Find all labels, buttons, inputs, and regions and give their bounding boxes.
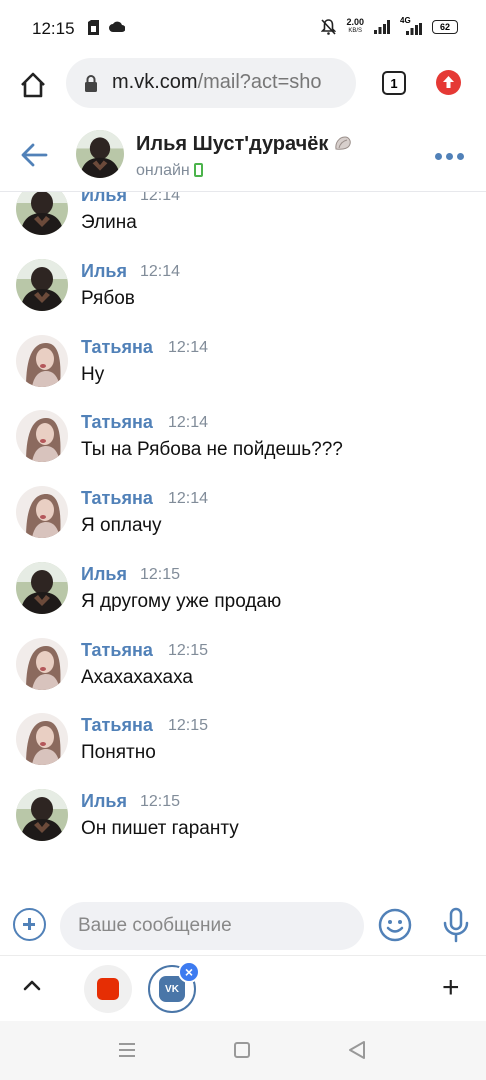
close-tab-icon[interactable]: × [178, 961, 200, 983]
system-back-icon[interactable] [348, 1040, 366, 1060]
avatar[interactable] [16, 259, 68, 311]
battery-indicator: 62 [432, 20, 458, 34]
signal-icon [374, 20, 390, 34]
message-author[interactable]: Татьяна [81, 412, 153, 433]
message-author[interactable]: Илья [81, 192, 127, 206]
url-text: m.vk.com/mail?act=sho [112, 71, 322, 93]
message-text: Рябов [81, 288, 135, 309]
recent-apps-icon[interactable] [118, 1042, 136, 1058]
message-time: 12:14 [168, 490, 209, 507]
message-text: Я оплачу [81, 515, 162, 536]
message-item[interactable]: Илья 12:14 Элина [0, 192, 486, 259]
message-item[interactable]: Татьяна 12:14 Я оплачу [0, 486, 486, 562]
chat-title: Илья Шуст'дурачёк [136, 133, 352, 156]
cloud-icon [109, 21, 125, 32]
message-time: 12:14 [140, 192, 181, 204]
message-time: 12:15 [140, 566, 181, 583]
message-composer [0, 897, 486, 955]
browser-bottom-bar: VK × + [0, 955, 486, 1021]
network-speed: 2.00 KB/S [346, 17, 364, 35]
avatar-photo [76, 130, 124, 178]
home-icon[interactable] [18, 70, 48, 100]
message-item[interactable]: Илья 12:14 Рябов [0, 259, 486, 335]
avatar[interactable] [16, 486, 68, 538]
avatar[interactable] [16, 789, 68, 841]
aliexpress-logo-icon [97, 978, 119, 1000]
avatar[interactable] [16, 638, 68, 690]
more-menu-button[interactable] [435, 153, 464, 160]
online-status: онлайн [136, 162, 203, 180]
browser-toolbar: m.vk.com/mail?act=sho 1 [0, 58, 486, 120]
message-item[interactable]: Татьяна 12:14 Ну [0, 335, 486, 411]
tab-switcher-button[interactable]: 1 [382, 71, 406, 95]
message-list: Илья 12:14 Элина Илья 12:14 Рябов Татьяна 12:14… [0, 192, 486, 897]
status-time: 12:15 [32, 19, 75, 38]
system-home-icon[interactable] [234, 1042, 250, 1058]
message-time: 12:14 [168, 339, 209, 356]
sim-card-icon [88, 20, 99, 35]
attach-button[interactable] [13, 908, 46, 941]
message-time: 12:15 [168, 642, 209, 659]
message-item[interactable]: Татьяна 12:15 Ахахахахаха [0, 638, 486, 714]
chevron-up-icon[interactable] [22, 978, 42, 992]
status-bar: 12:15 2.00 KB/S 4G 62 [0, 0, 486, 58]
microphone-icon[interactable] [442, 907, 470, 943]
message-author[interactable]: Илья [81, 564, 127, 585]
address-bar[interactable]: m.vk.com/mail?act=sho [66, 58, 356, 108]
message-item[interactable]: Илья 12:15 Я другому уже продаю [0, 562, 486, 638]
message-time: 12:14 [140, 263, 181, 280]
avatar[interactable] [16, 335, 68, 387]
system-nav-bar [0, 1021, 486, 1080]
emoji-icon[interactable] [378, 908, 412, 942]
message-author[interactable]: Татьяна [81, 640, 153, 661]
avatar[interactable] [16, 192, 68, 235]
message-author[interactable]: Илья [81, 791, 127, 812]
message-author[interactable]: Татьяна [81, 337, 153, 358]
message-author[interactable]: Татьяна [81, 715, 153, 736]
message-input[interactable] [60, 902, 364, 950]
message-text: Ты на Рябова не пойдешь??? [81, 439, 343, 460]
tab-thumbnail-aliexpress[interactable] [84, 965, 132, 1013]
message-author[interactable]: Илья [81, 261, 127, 282]
message-text: Элина [81, 212, 137, 233]
chat-header: Илья Шуст'дурачёк онлайн [0, 120, 486, 192]
avatar[interactable] [16, 713, 68, 765]
message-text: Я другому уже продаю [81, 591, 282, 612]
message-item[interactable]: Татьяна 12:14 Ты на Рябова не пойдешь??? [0, 410, 486, 486]
new-tab-button[interactable]: + [442, 973, 460, 1003]
message-time: 12:14 [168, 414, 209, 431]
signal-4g-icon [406, 23, 422, 35]
avatar[interactable] [76, 130, 124, 178]
update-button[interactable] [436, 70, 461, 95]
message-author[interactable]: Татьяна [81, 488, 153, 509]
back-arrow-icon[interactable] [20, 142, 48, 168]
message-text: Он пишет гаранту [81, 818, 239, 839]
message-text: Ну [81, 364, 105, 385]
message-item[interactable]: Илья 12:15 Он пишет гаранту [0, 789, 486, 865]
bell-off-icon [321, 19, 337, 35]
shell-emoji-icon [335, 136, 351, 150]
message-text: Понятно [81, 742, 156, 763]
message-time: 12:15 [168, 717, 209, 734]
message-text: Ахахахахаха [81, 667, 193, 688]
message-item[interactable]: Татьяна 12:15 Понятно [0, 713, 486, 789]
arrow-up-icon [443, 76, 454, 88]
mobile-online-icon [193, 163, 203, 177]
avatar[interactable] [16, 410, 68, 462]
avatar[interactable] [16, 562, 68, 614]
lock-icon [85, 75, 97, 92]
message-time: 12:15 [140, 793, 181, 810]
